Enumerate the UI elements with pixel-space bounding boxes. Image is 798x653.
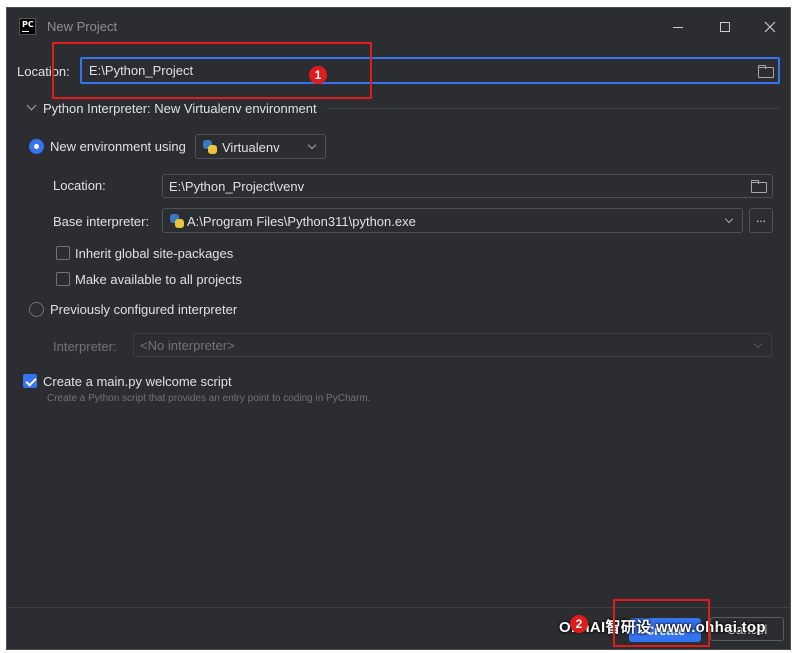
maximize-button[interactable] [710,14,740,40]
pycharm-app-icon: PC [19,18,36,35]
minimize-button[interactable] [663,14,693,40]
annotation-badge-1: 1 [309,66,327,84]
title-bar: PC New Project [7,8,790,46]
interpreter-dropdown[interactable]: <No interpreter> [133,333,772,357]
chevron-down-icon [753,339,763,349]
base-interpreter-label: Base interpreter: [53,214,150,229]
folder-icon[interactable] [751,180,767,193]
inherit-site-packages-checkbox[interactable] [56,246,70,260]
welcome-script-description: Create a Python script that provides an … [47,393,371,404]
venv-location-label: Location: [53,178,106,193]
chevron-down-icon[interactable] [26,100,37,111]
folder-icon[interactable] [758,65,774,78]
minimize-icon [673,26,683,28]
close-icon [764,21,776,33]
new-project-dialog: PC New Project Location: E:\Python_Proje… [6,7,791,650]
interpreter-label: Interpreter: [53,339,117,354]
venv-location-input[interactable]: E:\Python_Project\venv [162,174,773,198]
window-title: New Project [47,19,118,34]
new-environment-label: New environment using [50,139,186,154]
section-divider [327,108,779,109]
new-environment-radio[interactable] [29,139,44,154]
chevron-down-icon [307,140,317,150]
environment-type-value: Virtualenv [222,140,280,155]
annotation-box-create [613,599,710,647]
base-interpreter-value: A:\Program Files\Python311\python.exe [187,214,416,229]
inherit-site-packages-label: Inherit global site-packages [75,246,234,261]
venv-location-value: E:\Python_Project\venv [169,179,305,194]
chevron-down-icon [724,214,734,224]
annotation-badge-2: 2 [570,615,588,633]
make-available-label: Make available to all projects [75,272,242,287]
base-interpreter-dropdown[interactable]: A:\Program Files\Python311\python.exe [162,208,743,233]
interpreter-value: <No interpreter> [140,338,235,353]
previous-interpreter-label: Previously configured interpreter [50,302,238,317]
interpreter-section-header[interactable]: Python Interpreter: New Virtualenv envir… [43,101,317,116]
browse-interpreter-button[interactable]: ... [749,208,773,233]
app-icon-text: PC [22,20,34,29]
make-available-checkbox[interactable] [56,272,70,286]
python-icon [170,214,184,228]
close-button[interactable] [755,14,785,40]
environment-type-dropdown[interactable]: Virtualenv [195,134,326,159]
welcome-script-checkbox[interactable] [23,374,37,388]
welcome-script-label: Create a main.py welcome script [43,374,232,389]
python-icon [203,140,217,154]
previous-interpreter-radio[interactable] [29,302,44,317]
maximize-icon [720,22,730,32]
